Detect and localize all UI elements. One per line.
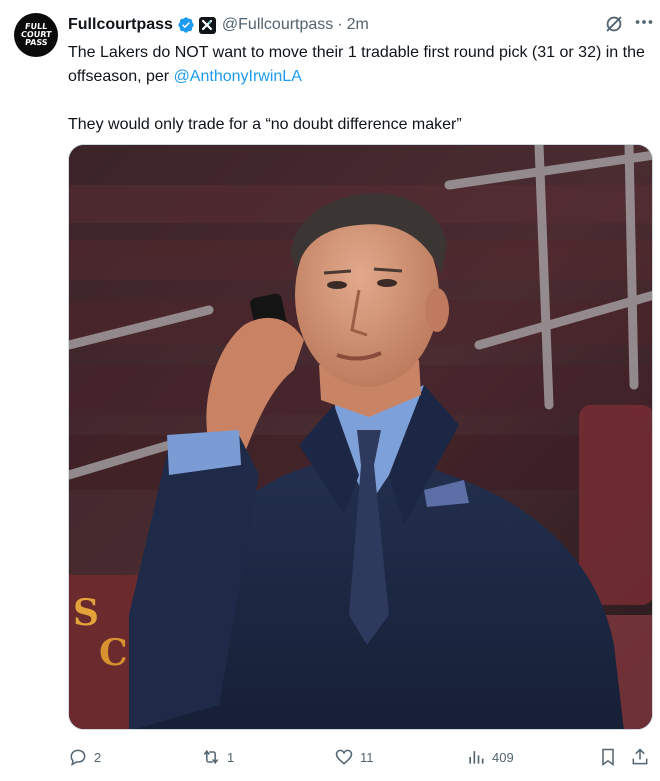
view-count: 409 [492,749,514,765]
handle[interactable]: @Fullcourtpass [222,16,333,34]
more-options-icon[interactable] [633,11,655,33]
bookmark-icon [602,748,614,766]
display-name[interactable]: Fullcourtpass [68,16,173,34]
tweet-header: Fullcourtpass @Fullcourtpass · 2m [68,14,369,36]
reply-count: 2 [94,749,102,765]
repost-icon [203,749,219,765]
tweet: FULL COURT PASS Fullcourtpass @Fullcourt… [0,0,660,781]
svg-text:C: C [99,632,128,674]
tweet-paragraph-1: The Lakers do NOT want to move their 1 t… [68,41,648,89]
svg-text:S: S [73,592,99,634]
tweet-photo[interactable]: S C [68,144,653,730]
tweet-text: The Lakers do NOT want to move their 1 t… [68,41,648,137]
verified-badge-icon [178,17,194,33]
like-button[interactable]: 11 [334,742,374,772]
bookmark-button[interactable] [598,742,618,772]
like-count: 11 [360,749,374,765]
share-icon [632,748,648,765]
reply-button[interactable]: 2 [68,742,101,772]
avatar-line-3: PASS [24,38,48,47]
tweet-line-1: The Lakers do NOT want to move their 1 t… [68,44,645,85]
action-bar: 2 1 11 409 [68,742,658,772]
separator-dot: · [337,16,343,33]
grok-icon[interactable] [603,13,625,35]
timestamp[interactable]: 2m [347,16,369,34]
reply-icon [70,749,86,767]
affiliate-badge-icon [198,16,216,34]
views-button[interactable]: 409 [466,742,514,772]
mention-link[interactable]: @AnthonyIrwinLA [174,68,302,85]
share-button[interactable] [630,742,650,772]
avatar[interactable]: FULL COURT PASS [14,13,58,57]
tweet-paragraph-2: They would only trade for a “no doubt di… [68,116,462,133]
repost-button[interactable]: 1 [201,742,234,772]
views-chart-icon [469,751,484,764]
heart-icon [335,749,353,765]
photo-illustration: S C [69,145,652,729]
repost-count: 1 [227,749,235,765]
